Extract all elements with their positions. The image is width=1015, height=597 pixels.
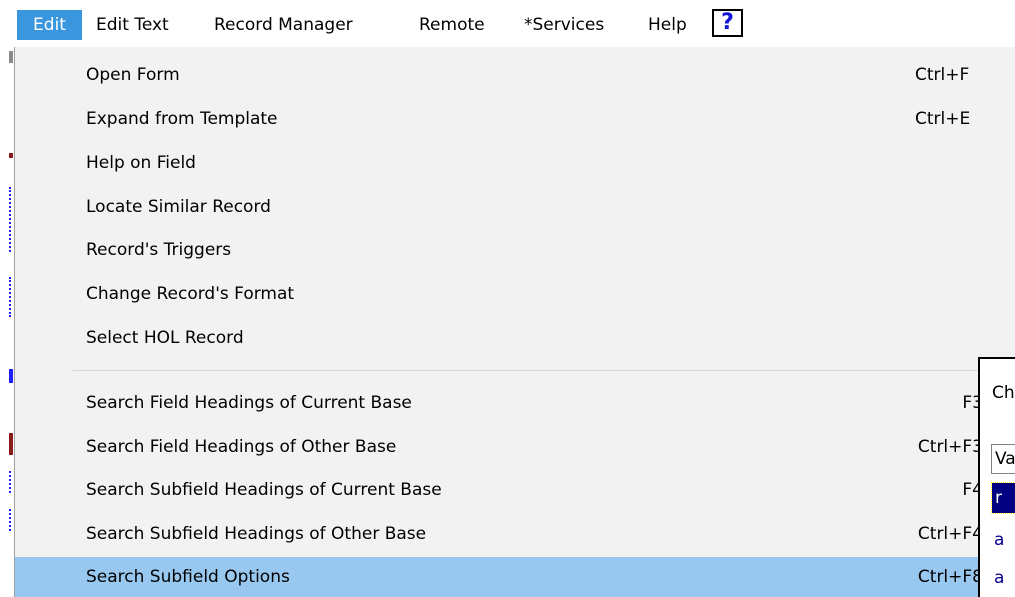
menu-item-locate-similar-record[interactable]: Locate Similar Record xyxy=(15,187,983,227)
strip-mark xyxy=(9,433,13,455)
menu-item-help-on-field[interactable]: Help on Field xyxy=(15,143,983,183)
menu-item-label: Select HOL Record xyxy=(86,328,244,348)
menu-separator xyxy=(73,370,1015,371)
menu-edit-text[interactable]: Edit Text xyxy=(96,13,169,37)
menu-remote[interactable]: Remote xyxy=(419,13,485,37)
menu-help[interactable]: Help xyxy=(648,13,687,37)
dialog-title: Ch xyxy=(992,383,1015,403)
strip-mark xyxy=(9,369,13,383)
menu-record-manager[interactable]: Record Manager xyxy=(214,13,353,37)
menu-item-search-subfield-options[interactable]: Search Subfield Options Ctrl+F8 xyxy=(15,557,983,597)
strip-mark xyxy=(9,277,11,317)
strip-mark xyxy=(9,509,11,531)
menu-item-search-field-headings-current[interactable]: Search Field Headings of Current Base F3 xyxy=(15,383,983,423)
menu-item-expand-from-template[interactable]: Expand from Template Ctrl+E xyxy=(15,99,983,139)
menu-item-label: Search Subfield Options xyxy=(86,567,290,587)
menu-item-shortcut: Ctrl+E xyxy=(915,109,971,129)
menu-item-shortcut: Ctrl+F3 xyxy=(917,437,983,457)
app-window: Edit Edit Text Record Manager Remote *Se… xyxy=(0,0,1015,597)
menu-item-label: Search Field Headings of Current Base xyxy=(86,393,412,413)
menu-item-shortcut: Ctrl+F4 xyxy=(917,524,983,544)
menu-item-label: Record's Triggers xyxy=(86,240,232,260)
menu-item-search-subfield-headings-current[interactable]: Search Subfield Headings of Current Base… xyxy=(15,470,983,510)
dialog-list-item[interactable]: a xyxy=(994,525,1015,555)
menu-item-record-triggers[interactable]: Record's Triggers xyxy=(15,230,983,270)
dialog-list-item[interactable]: a xyxy=(994,563,1015,593)
menu-bar: Edit Edit Text Record Manager Remote *Se… xyxy=(0,0,1015,48)
menu-item-change-record-format[interactable]: Change Record's Format xyxy=(15,274,983,314)
strip-mark xyxy=(9,153,13,158)
menu-item-label: Expand from Template xyxy=(86,109,278,129)
menu-item-search-field-headings-other[interactable]: Search Field Headings of Other Base Ctrl… xyxy=(15,427,983,467)
menu-item-label: Open Form xyxy=(86,65,180,85)
edit-dropdown-menu: Open Form Ctrl+F Expand from Template Ct… xyxy=(14,47,1015,597)
menu-item-label: Search Subfield Headings of Other Base xyxy=(86,524,427,544)
menu-edit[interactable]: Edit xyxy=(17,10,82,40)
menu-item-select-hol-record[interactable]: Select HOL Record xyxy=(15,318,983,358)
strip-mark xyxy=(9,51,13,63)
background-app-strip xyxy=(0,47,15,597)
strip-mark xyxy=(9,187,11,252)
strip-mark xyxy=(9,471,11,493)
menu-item-label: Search Subfield Headings of Current Base xyxy=(86,480,442,500)
menu-services[interactable]: *Services xyxy=(524,13,604,37)
menu-item-label: Search Field Headings of Other Base xyxy=(86,437,397,457)
menu-item-shortcut: Ctrl+F8 xyxy=(917,567,983,587)
dialog-list-item[interactable]: r xyxy=(991,482,1015,514)
dialog-column-header[interactable]: Va xyxy=(991,444,1015,474)
menu-item-open-form[interactable]: Open Form Ctrl+F xyxy=(15,55,983,95)
help-question-icon[interactable]: ? xyxy=(712,9,743,37)
menu-item-label: Locate Similar Record xyxy=(86,197,271,217)
background-dialog: Ch Va r a a xyxy=(978,357,1015,597)
menu-item-shortcut: Ctrl+F xyxy=(915,65,970,85)
menu-item-search-subfield-headings-other[interactable]: Search Subfield Headings of Other Base C… xyxy=(15,514,983,554)
menu-item-label: Help on Field xyxy=(86,153,196,173)
menu-item-label: Change Record's Format xyxy=(86,284,295,304)
